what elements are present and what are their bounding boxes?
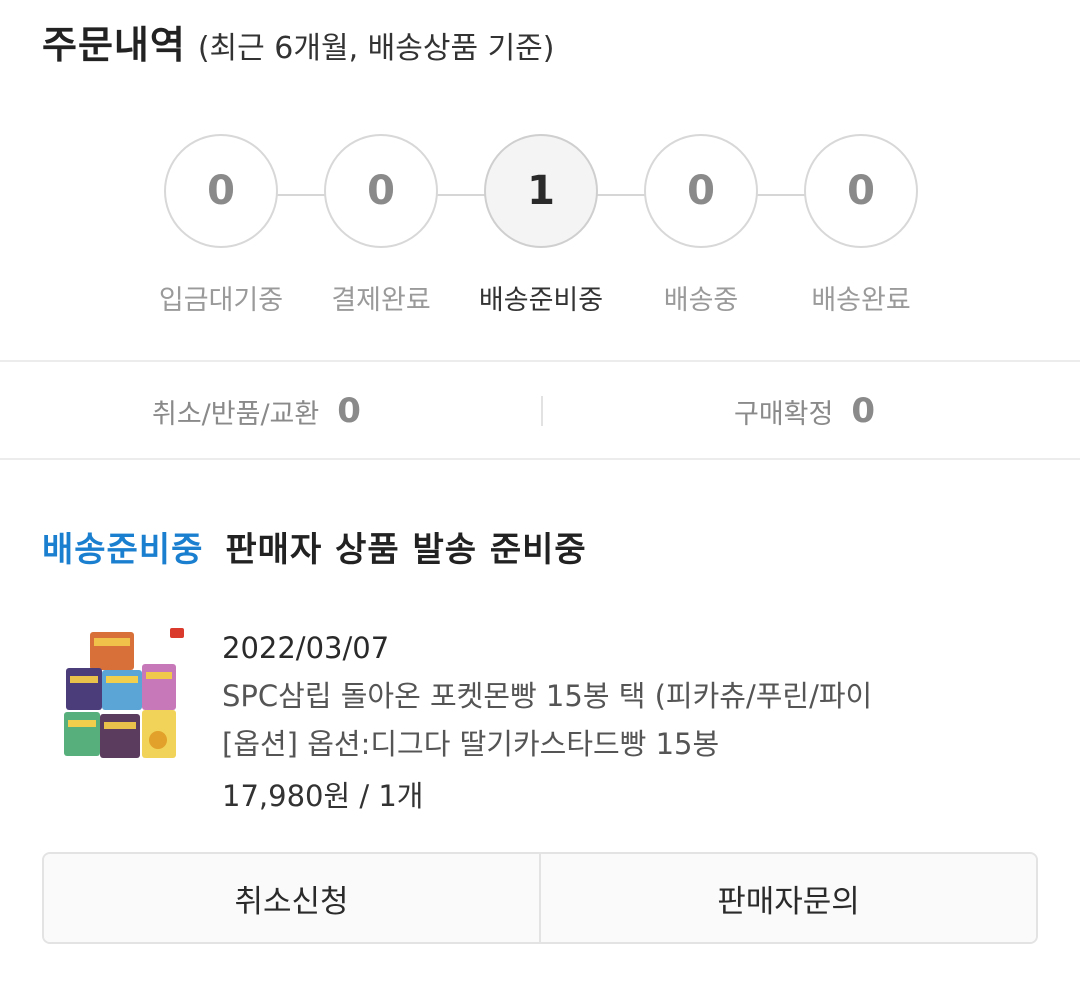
product-thumbnail[interactable] (58, 624, 188, 764)
product-name: SPC삼립 돌아온 포켓몬빵 15봉 택 (피카츄/푸린/파이 (222, 679, 873, 713)
step-label: 입금대기중 (158, 285, 284, 316)
page-title: 주문내역 (42, 23, 186, 67)
step-delivered[interactable]: 0 배송완료 (781, 134, 941, 317)
step-count-circle: 0 (644, 134, 758, 248)
status-description: 판매자 상품 발송 준비중 (225, 530, 587, 570)
step-count-circle: 1 (484, 134, 598, 248)
order-date: 2022/03/07 (222, 631, 390, 665)
step-count-circle: 0 (804, 134, 918, 248)
step-payment-complete[interactable]: 0 결제완료 (301, 134, 461, 317)
purchase-confirm-link[interactable]: 구매확정 0 (734, 364, 875, 458)
step-in-transit[interactable]: 0 배송중 (621, 134, 781, 317)
page-header: 주문내역 (최근 6개월, 배송상품 기준) (42, 14, 554, 69)
step-awaiting-payment[interactable]: 0 입금대기중 (141, 134, 301, 317)
cancel-return-exchange-link[interactable]: 취소/반품/교환 0 (152, 364, 361, 458)
claims-separator (541, 396, 543, 426)
order-status-header: 배송준비중 판매자 상품 발송 준비중 (42, 522, 587, 571)
section-divider (0, 458, 1080, 460)
order-status-stepper: 0 입금대기중 0 결제완료 1 배송준비중 0 배송중 0 배송완료 (0, 134, 1080, 334)
price-quantity: 17,980원 / 1개 (222, 779, 424, 813)
section-divider (0, 360, 1080, 362)
step-label: 배송완료 (811, 285, 911, 316)
claim-label: 취소/반품/교환 (152, 398, 320, 430)
claim-count: 0 (337, 391, 361, 431)
seller-inquiry-button[interactable]: 판매자문의 (539, 854, 1036, 942)
status-badge: 배송준비중 (42, 530, 204, 570)
step-label: 결제완료 (331, 285, 431, 316)
claims-summary: 취소/반품/교환 0 구매확정 0 (0, 364, 1080, 458)
step-label: 배송중 (663, 285, 739, 316)
step-count-circle: 0 (324, 134, 438, 248)
product-info[interactable]: 2022/03/07 SPC삼립 돌아온 포켓몬빵 15봉 택 (피카츄/푸린/… (222, 624, 1062, 820)
cancel-request-button[interactable]: 취소신청 (44, 854, 539, 942)
product-option: [옵션] 옵션:디그다 딸기카스타드빵 15봉 (222, 727, 720, 761)
claim-label: 구매확정 (734, 398, 834, 430)
page-subtitle: (최근 6개월, 배송상품 기준) (197, 31, 555, 66)
step-label: 배송준비중 (478, 285, 604, 316)
step-preparing-shipment[interactable]: 1 배송준비중 (461, 134, 621, 317)
step-count-circle: 0 (164, 134, 278, 248)
claim-count: 0 (851, 391, 876, 431)
order-actions: 취소신청 판매자문의 (42, 852, 1038, 944)
